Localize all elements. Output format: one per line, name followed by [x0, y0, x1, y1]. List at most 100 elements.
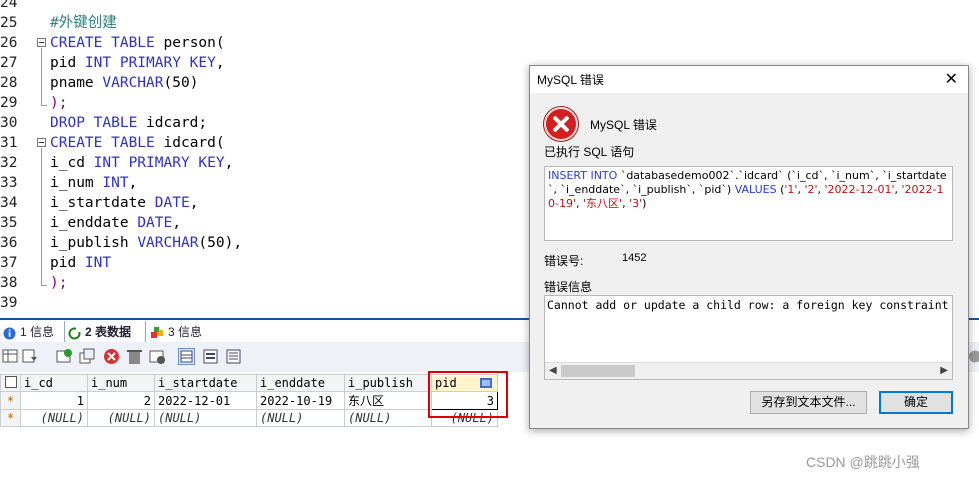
error-info-textbox[interactable]: Cannot add or update a child row: a fore…: [544, 295, 953, 380]
tab-label: 3 信息: [168, 325, 203, 339]
code-text: #外键创建: [50, 15, 117, 31]
line-number: 34: [0, 195, 18, 211]
code-line[interactable]: 31 CREATE TABLE idcard(: [0, 133, 600, 153]
column-header-i_enddate[interactable]: i_enddate: [256, 374, 345, 392]
column-header-i_publish[interactable]: i_publish: [344, 374, 432, 392]
dialog-title: MySQL 错误: [537, 73, 604, 87]
grid-view-icon[interactable]: [2, 348, 19, 365]
code-line[interactable]: 30 DROP TABLE idcard;: [0, 113, 600, 133]
mysql-error-dialog: MySQL 错误 ✕ MySQL 错误 已执行 SQL 语句 INSERT IN…: [529, 65, 969, 429]
code-text: CREATE TABLE idcard(: [50, 135, 225, 151]
line-number: 39: [0, 295, 18, 311]
cell-i_startdate[interactable]: (NULL): [154, 409, 257, 427]
code-line[interactable]: 26 CREATE TABLE person(: [0, 33, 600, 53]
dialog-heading: MySQL 错误: [590, 118, 657, 132]
error-number-label: 错误号:: [544, 254, 584, 268]
code-text: pid INT PRIMARY KEY,: [50, 55, 225, 71]
cell-i_enddate[interactable]: (NULL): [256, 409, 345, 427]
code-line[interactable]: 24: [0, 0, 600, 13]
header-row: i_cd i_num i_startdate i_enddate i_publi…: [0, 374, 498, 392]
tab-messages-1[interactable]: 1 信息: [0, 321, 64, 343]
cell-i_publish[interactable]: (NULL): [344, 409, 432, 427]
export-icon[interactable]: [22, 348, 39, 365]
cell-i_enddate[interactable]: 2022-10-19: [256, 391, 345, 410]
code-line[interactable]: 36 i_publish VARCHAR(50),: [0, 233, 600, 253]
trash-icon[interactable]: [126, 348, 143, 365]
code-line[interactable]: 25 #外键创建: [0, 13, 600, 33]
code-line[interactable]: 32 i_cd INT PRIMARY KEY,: [0, 153, 600, 173]
line-number: 29: [0, 95, 18, 111]
code-text: DROP TABLE idcard;: [50, 115, 208, 131]
cell-i_num[interactable]: 2: [87, 391, 155, 410]
column-header-i_cd[interactable]: i_cd: [20, 374, 88, 392]
insert-row-icon[interactable]: [56, 348, 73, 365]
scroll-left-icon[interactable]: ◀: [549, 363, 557, 379]
fold-guide: [41, 48, 42, 105]
scrollbar-thumb[interactable]: [561, 365, 635, 377]
column-header-i_startdate[interactable]: i_startdate: [154, 374, 257, 392]
refresh-icon: [68, 325, 81, 340]
code-line[interactable]: 35 i_enddate DATE,: [0, 213, 600, 233]
tab-messages-3[interactable]: 3 信息: [148, 321, 212, 343]
text-mode-icon[interactable]: [225, 348, 242, 365]
scroll-right-icon[interactable]: ▶: [940, 363, 948, 379]
fold-guide: [41, 148, 42, 285]
cell-i_num[interactable]: (NULL): [87, 409, 155, 427]
tab-label: 1 信息: [20, 325, 55, 339]
code-text: i_cd INT PRIMARY KEY,: [50, 155, 234, 171]
row-marker[interactable]: *: [0, 409, 21, 427]
code-line[interactable]: 27 pid INT PRIMARY KEY,: [0, 53, 600, 73]
delete-row-icon[interactable]: [103, 348, 120, 365]
horizontal-scrollbar[interactable]: ◀ ▶: [545, 362, 952, 379]
code-text: );: [50, 95, 68, 111]
row-marker[interactable]: *: [0, 391, 21, 410]
select-all-checkbox[interactable]: [0, 374, 21, 392]
tab-table-data[interactable]: 2 表数据: [64, 321, 146, 343]
cell-i_cd[interactable]: 1: [20, 391, 88, 410]
line-number: 26: [0, 35, 18, 51]
code-text: i_enddate DATE,: [50, 215, 181, 231]
line-number: 36: [0, 235, 18, 251]
form-mode-icon[interactable]: [202, 348, 219, 365]
dialog-titlebar: MySQL 错误 ✕: [530, 66, 968, 93]
code-line[interactable]: 33 i_num INT,: [0, 173, 600, 193]
line-number: 28: [0, 75, 18, 91]
duplicate-row-icon[interactable]: [79, 348, 96, 365]
line-number: 25: [0, 15, 18, 31]
cell-i_publish[interactable]: 东八区: [344, 391, 432, 410]
code-line[interactable]: 34 i_startdate DATE,: [0, 193, 600, 213]
code-text: i_startdate DATE,: [50, 195, 199, 211]
code-line[interactable]: 39: [0, 293, 600, 313]
code-line[interactable]: 28 pname VARCHAR(50): [0, 73, 600, 93]
code-line[interactable]: 37 pid INT: [0, 253, 600, 273]
code-line[interactable]: 29);: [0, 93, 600, 113]
fold-toggle-icon[interactable]: [37, 38, 46, 47]
table-row[interactable]: * 1 2 2022-12-01 2022-10-19 东八区 3: [0, 391, 498, 410]
save-to-file-button[interactable]: 另存到文本文件...: [750, 391, 867, 414]
cell-i_cd[interactable]: (NULL): [20, 409, 88, 427]
executed-sql-label: 已执行 SQL 语句: [544, 145, 635, 159]
grid-mode-icon[interactable]: [178, 348, 195, 365]
line-number: 24: [0, 0, 18, 11]
line-number: 33: [0, 175, 18, 191]
error-info-label: 错误信息: [544, 280, 593, 294]
line-number: 27: [0, 55, 18, 71]
code-text: pname VARCHAR(50): [50, 75, 199, 91]
blocks-icon: [151, 325, 164, 338]
cancel-changes-icon[interactable]: [149, 348, 166, 365]
watermark: CSDN @跳跳小强: [806, 454, 920, 470]
executed-sql-text[interactable]: INSERT INTO `databasedemo002`.`idcard` (…: [544, 166, 953, 241]
code-line[interactable]: 38);: [0, 273, 600, 293]
cell-i_startdate[interactable]: 2022-12-01: [154, 391, 257, 410]
ok-button[interactable]: 确定: [879, 391, 953, 414]
code-text: );: [50, 275, 68, 291]
info-icon: [3, 325, 16, 340]
fold-toggle-icon[interactable]: [37, 138, 46, 147]
code-text: i_num INT,: [50, 175, 138, 191]
error-info-text: Cannot add or update a child row: a fore…: [547, 298, 952, 312]
fold-guide-end: [41, 285, 47, 286]
line-number: 38: [0, 275, 18, 291]
column-header-i_num[interactable]: i_num: [87, 374, 155, 392]
close-icon[interactable]: ✕: [945, 69, 958, 89]
table-row[interactable]: * (NULL) (NULL) (NULL) (NULL) (NULL) (NU…: [0, 409, 498, 427]
